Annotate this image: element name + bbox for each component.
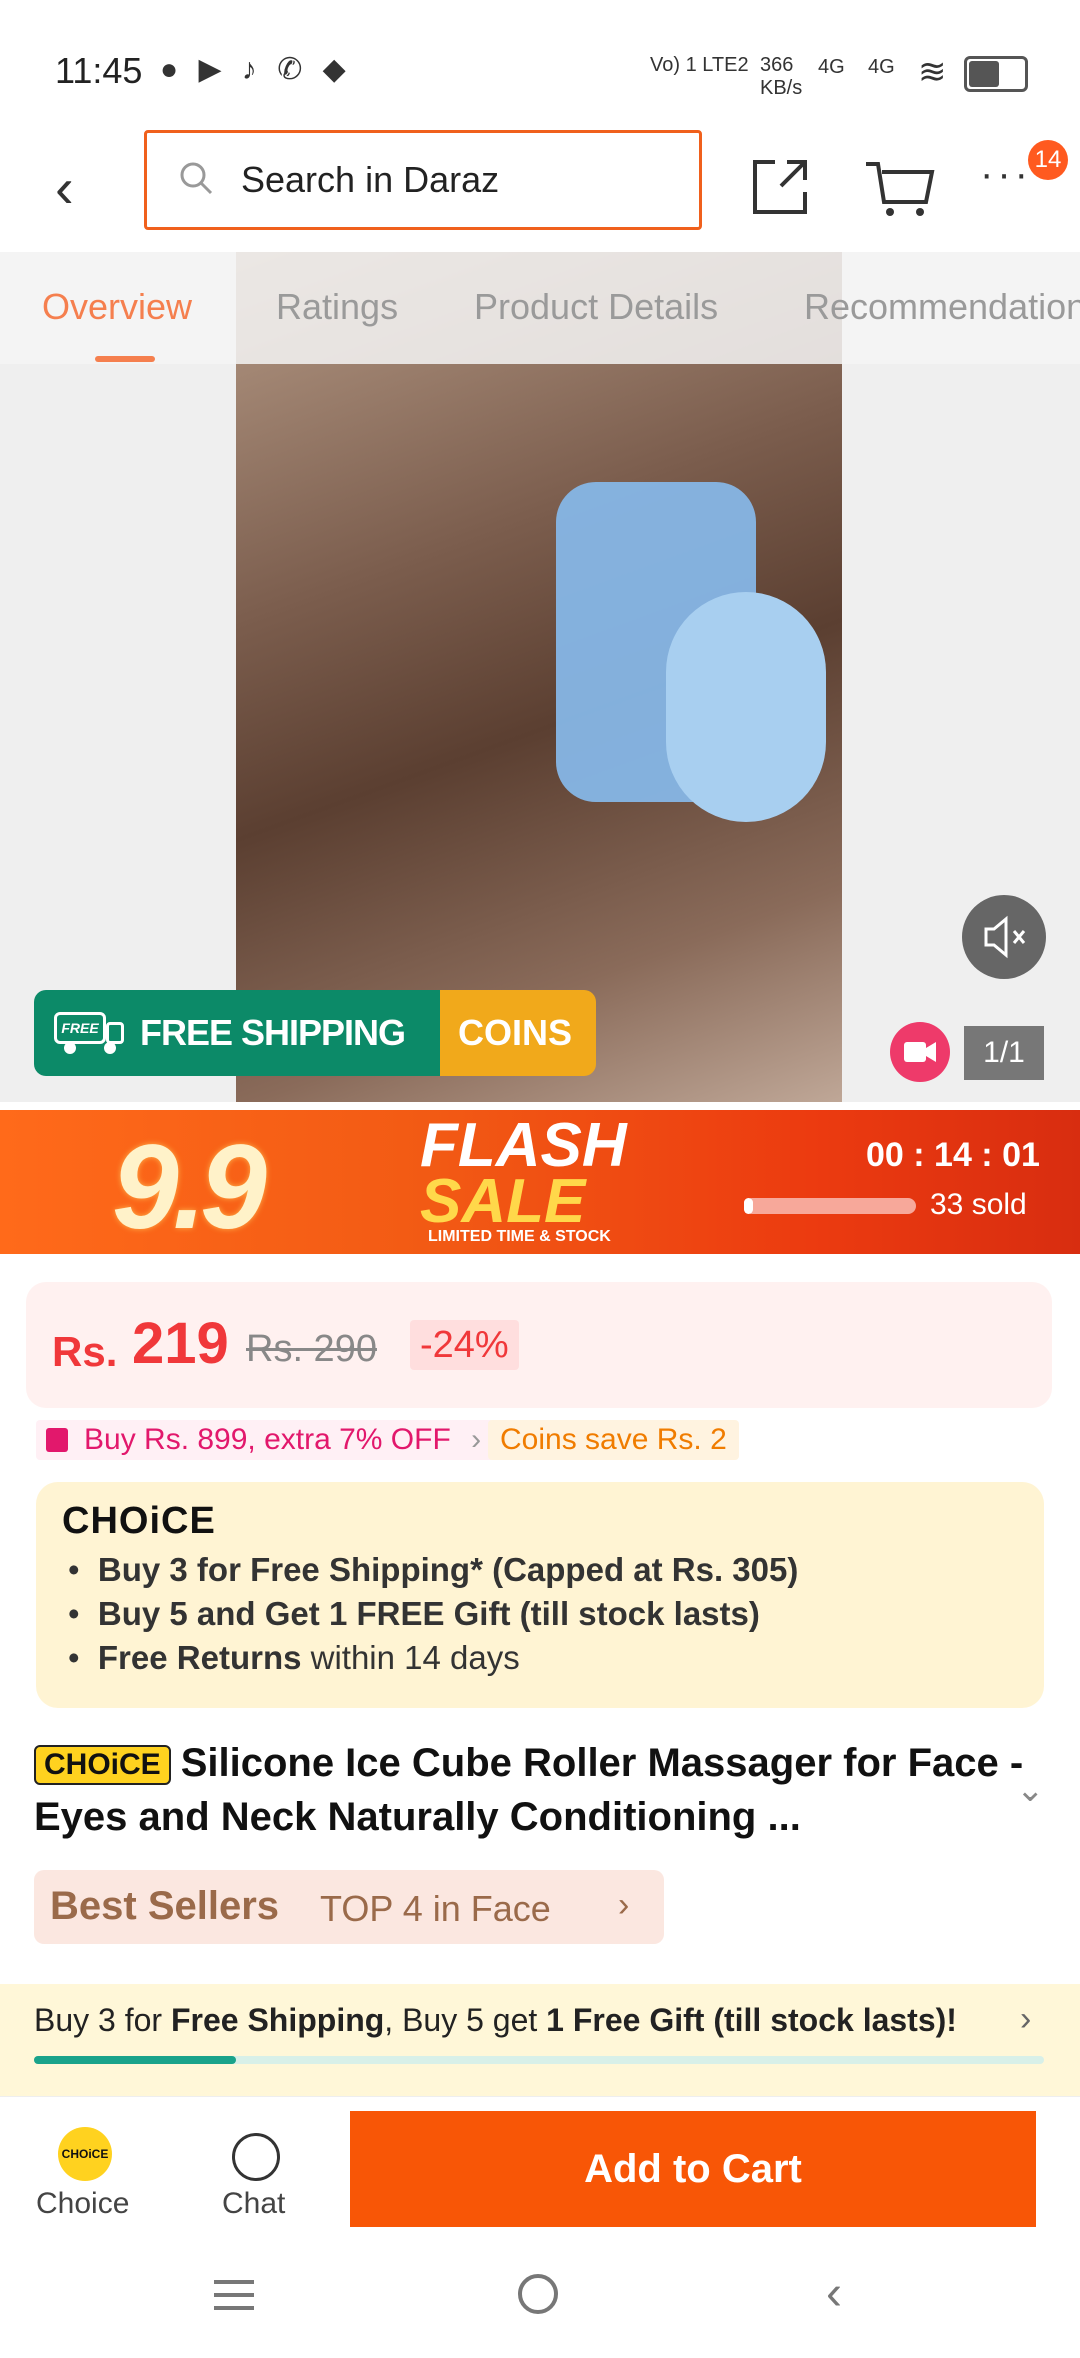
tab-ratings[interactable]: Ratings [276, 286, 398, 328]
flash-event-label: 9.9 [112, 1120, 267, 1254]
tab-overview[interactable]: Overview [42, 286, 192, 328]
choice-benefits-card: CHOiCE • Buy 3 for Free Shipping* (Cappe… [36, 1482, 1044, 1708]
media-counter: 1/1 [964, 1026, 1044, 1080]
menu-icon[interactable] [214, 2280, 254, 2310]
price-card: Rs. 219 Rs. 290 -24% [26, 1282, 1052, 1408]
choice-tag: CHOiCE [34, 1745, 171, 1786]
choice-logo: CHOiCE [62, 1500, 216, 1542]
sold-count: 33 sold [930, 1188, 1027, 1221]
voucher-icon [46, 1428, 68, 1452]
choice-icon: CHOiCE [58, 2127, 112, 2181]
product-title: CHOiCE Silicone Ice Cube Roller Massager … [34, 1736, 1024, 1844]
discount-badge: -24% [410, 1320, 519, 1370]
header: ‹ Search in Daraz ··· 14 [0, 130, 1080, 252]
status-time: 11:45 [55, 50, 143, 91]
chevron-right-icon: › [618, 1886, 630, 1924]
best-sellers-rank: TOP 4 in Face [320, 1888, 551, 1929]
voucher-promo[interactable]: Buy Rs. 899, extra 7% OFF › [36, 1420, 496, 1460]
price-current: 219 [132, 1311, 229, 1376]
roller-cap-image [666, 592, 826, 822]
coins-label: COINS [458, 1012, 573, 1053]
search-placeholder: Search in Daraz [241, 159, 500, 200]
truck-icon: FREE [54, 1012, 126, 1054]
free-shipping-label: FREE SHIPPING [140, 1012, 406, 1053]
product-title-text: Silicone Ice Cube Roller Massager for Fa… [34, 1741, 1024, 1839]
status-bar: 11:45 ● ▶ ♪ ✆ ◆ Vo) 1 LTE2 366 KB/s 4G 4… [0, 0, 1080, 130]
price-currency: Rs. [52, 1328, 118, 1375]
section-tabs: Overview Ratings Product Details Recomme… [0, 252, 1080, 364]
benefit-item: • Buy 5 and Get 1 FREE Gift (till stock … [68, 1595, 760, 1632]
free-shipping-banner: FREE FREE SHIPPING COINS [34, 990, 596, 1076]
cart-icon[interactable] [860, 152, 940, 222]
choice-benefits-list: • Buy 3 for Free Shipping* (Capped at Rs… [68, 1548, 1008, 1680]
chevron-down-icon[interactable]: ⌄ [1016, 1770, 1045, 1810]
flash-title-line1: FLASH [420, 1111, 627, 1180]
benefit-item: • Buy 3 for Free Shipping* (Capped at Rs… [68, 1551, 799, 1588]
back-nav-icon[interactable]: ‹ [826, 2266, 842, 2321]
sold-progress-bar [744, 1198, 916, 1214]
flash-sale-title: FLASH SALE [420, 1111, 627, 1236]
notification-icons: ● ▶ ♪ ✆ ◆ [160, 53, 352, 86]
flash-sale-banner[interactable]: 9.9 FLASH SALE LIMITED TIME & STOCK 00 :… [0, 1110, 1080, 1254]
chevron-right-icon: › [1020, 2000, 1032, 2038]
tab-product-details[interactable]: Product Details [474, 286, 718, 328]
voucher-label: Buy Rs. 899, extra 7% OFF [84, 1423, 451, 1456]
speed-label: 366 KB/s [760, 54, 803, 99]
back-icon[interactable]: ‹ [55, 158, 95, 218]
more-icon[interactable]: ··· [980, 152, 1032, 197]
system-nav-bar: ‹ [0, 2246, 1080, 2358]
choice-label[interactable]: Choice [36, 2187, 129, 2221]
best-sellers-badge[interactable]: Best Sellers TOP 4 in Face › [34, 1870, 664, 1944]
bundle-promo-strip[interactable]: Buy 3 for Free Shipping, Buy 5 get 1 Fre… [0, 1984, 1080, 2096]
signal-1-label: 4G [818, 56, 845, 78]
bottom-action-bar: CHOiCE Choice Chat Add to Cart [0, 2096, 1080, 2247]
flash-subtitle: LIMITED TIME & STOCK [428, 1228, 611, 1245]
mute-icon[interactable] [962, 895, 1046, 979]
product-media[interactable] [0, 252, 1080, 1102]
bundle-progress-bar [34, 2056, 1044, 2064]
search-input[interactable]: Search in Daraz [144, 130, 702, 230]
price-original: Rs. 290 [246, 1328, 377, 1370]
best-sellers-label: Best Sellers [50, 1884, 280, 1928]
add-to-cart-button[interactable]: Add to Cart [350, 2111, 1036, 2227]
search-icon [180, 162, 213, 195]
bundle-promo-text: Buy 3 for Free Shipping, Buy 5 get 1 Fre… [34, 2002, 957, 2038]
benefit-item: • Free Returns within 14 days [68, 1639, 520, 1676]
flash-timer: 00 : 14 : 01 [866, 1136, 1040, 1174]
signal-2-label: 4G [868, 56, 895, 78]
network-label: Vo) 1 LTE2 [650, 54, 749, 76]
tab-recommendations[interactable]: Recommendations [804, 286, 1080, 328]
product-video[interactable] [236, 252, 842, 1102]
chat-icon[interactable] [232, 2133, 280, 2181]
tab-indicator [95, 356, 155, 362]
home-icon[interactable] [518, 2274, 558, 2314]
flash-title-line2: SALE [420, 1167, 586, 1236]
video-icon[interactable] [890, 1022, 950, 1082]
battery-icon [964, 56, 1028, 92]
share-icon[interactable] [745, 152, 815, 222]
chat-label[interactable]: Chat [222, 2187, 285, 2221]
chevron-right-icon: › [471, 1423, 482, 1456]
coins-promo[interactable]: Coins save Rs. 2 [488, 1420, 739, 1460]
free-tag: FREE [54, 1012, 106, 1044]
cart-badge: 14 [1028, 140, 1068, 180]
wifi-icon: ≋ [918, 53, 947, 91]
